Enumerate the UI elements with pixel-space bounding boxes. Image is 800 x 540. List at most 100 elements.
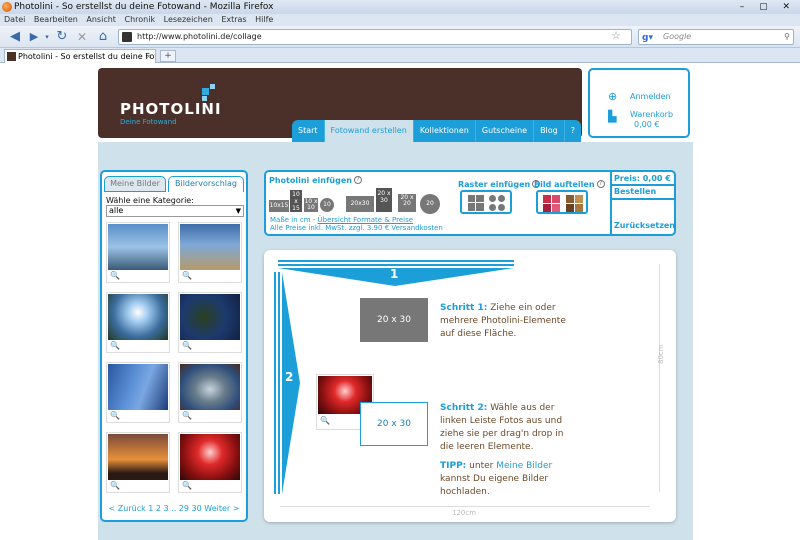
order-button[interactable]: Bestellen (612, 186, 676, 200)
photo-thumb[interactable]: 🔍 (178, 362, 242, 423)
placeholder-element-20x30[interactable]: 20 x 30 (360, 298, 428, 342)
url-bar[interactable]: http://www.photolini.de/collage ☆ (118, 29, 632, 45)
split-tile[interactable] (543, 195, 551, 203)
help-icon[interactable]: ? (353, 176, 362, 184)
zoom-icon[interactable]: 🔍 (182, 411, 192, 420)
split-title: Bild aufteilen? (534, 180, 605, 189)
nav-gutscheine[interactable]: Gutscheine (475, 120, 535, 142)
split-tile[interactable] (575, 204, 583, 212)
menu-chronik[interactable]: Chronik (124, 15, 155, 24)
cart-link[interactable]: Warenkorb (630, 110, 673, 119)
collage-canvas[interactable]: 1 2 80cm 120cm 20 x 30 🔍 20 x 30 Schritt… (264, 250, 676, 522)
pager[interactable]: < Zurück 1 2 3 .. 29 30 Weiter > (102, 504, 246, 513)
element-20x20[interactable]: 20 x 20 (398, 194, 416, 212)
element-20-round[interactable]: 20 (420, 194, 440, 214)
nav-blog[interactable]: Blog (534, 120, 565, 142)
zoom-icon[interactable]: 🔍 (320, 416, 330, 425)
raster-title-text: Raster einfügen (458, 180, 531, 189)
element-20x30-portrait[interactable]: 20 x 30 (376, 188, 392, 212)
step1-text: Schritt 1: Ziehe ein oder mehrere Photol… (440, 302, 580, 341)
photo-image[interactable] (180, 434, 240, 480)
photo-image[interactable] (180, 364, 240, 410)
stop-icon[interactable]: ✕ (74, 29, 90, 45)
site-logo[interactable]: PHOTOLINI (120, 100, 222, 118)
photo-thumb[interactable]: 🔍 (106, 292, 170, 353)
photo-thumb[interactable]: 🔍 (106, 222, 170, 283)
photo-thumb[interactable]: 🔍 (178, 292, 242, 353)
menu-ansicht[interactable]: Ansicht (86, 15, 116, 24)
nav-fotowand-erstellen[interactable]: Fotowand erstellen (324, 120, 414, 142)
login-link[interactable]: Anmelden (630, 92, 671, 101)
menu-lesezeichen[interactable]: Lesezeichen (164, 15, 213, 24)
zoom-icon[interactable]: 🔍 (110, 481, 120, 490)
zoom-icon[interactable]: 🔍 (182, 271, 192, 280)
tab-meine-bilder[interactable]: Meine Bilder (104, 176, 166, 192)
photo-image[interactable] (108, 224, 168, 270)
reset-button[interactable]: Zurücksetzen (612, 220, 676, 234)
arrow-stripe (278, 264, 514, 266)
photo-thumb[interactable]: 🔍 (178, 222, 242, 283)
photo-thumb[interactable]: 🔍 (106, 432, 170, 493)
zoom-icon[interactable]: 🔍 (182, 481, 192, 490)
category-select[interactable]: alle ▼ (106, 205, 244, 217)
split-tile[interactable] (566, 204, 574, 212)
photo-image[interactable] (180, 294, 240, 340)
photo-image[interactable] (108, 294, 168, 340)
forward-icon[interactable]: ▶ (26, 29, 42, 45)
photo-image[interactable] (180, 224, 240, 270)
tip-post: kannst Du eigene Bilder hochladen. (440, 474, 549, 497)
home-icon[interactable]: ⌂ (94, 29, 112, 45)
window-titlebar: Photolini - So erstellst du deine Fotowa… (0, 0, 800, 14)
formats-prices-link[interactable]: Übersicht Formate & Preise (318, 216, 414, 224)
bookmark-star-icon[interactable]: ☆ (611, 29, 621, 43)
element-10x10[interactable]: 10 x 10 (304, 198, 318, 212)
element-10-round[interactable]: 10 (320, 198, 334, 212)
photo-thumb[interactable]: 🔍 (178, 432, 242, 493)
grid-line (468, 202, 484, 203)
photo-thumb[interactable]: 🔍 (106, 362, 170, 423)
step1-title: Schritt 1: (440, 303, 488, 313)
menu-hilfe[interactable]: Hilfe (255, 15, 273, 24)
nav-help[interactable]: ? (564, 120, 581, 142)
search-icon[interactable]: ⚲ (784, 30, 790, 44)
grid-circle-icon[interactable] (489, 195, 496, 202)
photo-image[interactable] (108, 364, 168, 410)
zoom-icon[interactable]: 🔍 (110, 341, 120, 350)
search-bar[interactable]: g▾ Google ⚲ (638, 29, 794, 45)
zoom-icon[interactable]: 🔍 (110, 271, 120, 280)
my-pictures-link[interactable]: Meine Bilder (496, 461, 552, 471)
google-icon[interactable]: g▾ (642, 31, 653, 45)
window-controls[interactable]: – ▢ ✕ (740, 0, 796, 14)
photo-image[interactable] (108, 434, 168, 480)
grid-circle-icon[interactable] (498, 204, 505, 211)
zoom-icon[interactable]: 🔍 (182, 341, 192, 350)
site-header: PHOTOLINI Deine Fotowand Start Fotowand … (98, 68, 582, 142)
new-tab-button[interactable]: + (160, 50, 176, 62)
zoom-icon[interactable]: 🔍 (110, 411, 120, 420)
element-20x30-landscape[interactable]: 20x30 (346, 196, 374, 212)
menu-extras[interactable]: Extras (221, 15, 246, 24)
tab-bildervorschlag[interactable]: Bildervorschlag (168, 176, 244, 192)
help-icon[interactable]: ? (596, 180, 605, 188)
back-icon[interactable]: ◀ (4, 29, 26, 45)
split-tile[interactable] (566, 195, 574, 203)
nav-kollektionen[interactable]: Kollektionen (413, 120, 476, 142)
browser-tab[interactable]: Photolini - So erstellst du deine Foto..… (4, 49, 156, 63)
grid-square-icon[interactable] (468, 195, 484, 211)
grid-circle-icon[interactable] (498, 195, 505, 202)
nav-start[interactable]: Start (292, 120, 325, 142)
element-10x15-portrait[interactable]: 10 x 15 (290, 190, 302, 212)
price-info: Alle Preise inkl. MwSt. zzgl. 3.90 € Ver… (270, 224, 443, 232)
tab-close-icon[interactable]: × (145, 50, 152, 63)
split-tile[interactable] (552, 204, 560, 212)
element-10x15-landscape[interactable]: 10x15 (269, 200, 289, 212)
history-dropdown-icon[interactable]: ▾ (42, 29, 52, 45)
split-tile[interactable] (575, 195, 583, 203)
split-tile[interactable] (552, 195, 560, 203)
grid-circle-icon[interactable] (489, 204, 496, 211)
split-tile[interactable] (543, 204, 551, 212)
reload-icon[interactable]: ↻ (54, 29, 70, 45)
menu-bearbeiten[interactable]: Bearbeiten (34, 15, 78, 24)
empty-element-20x30[interactable]: 20 x 30 (360, 402, 428, 446)
menu-datei[interactable]: Datei (4, 15, 25, 24)
